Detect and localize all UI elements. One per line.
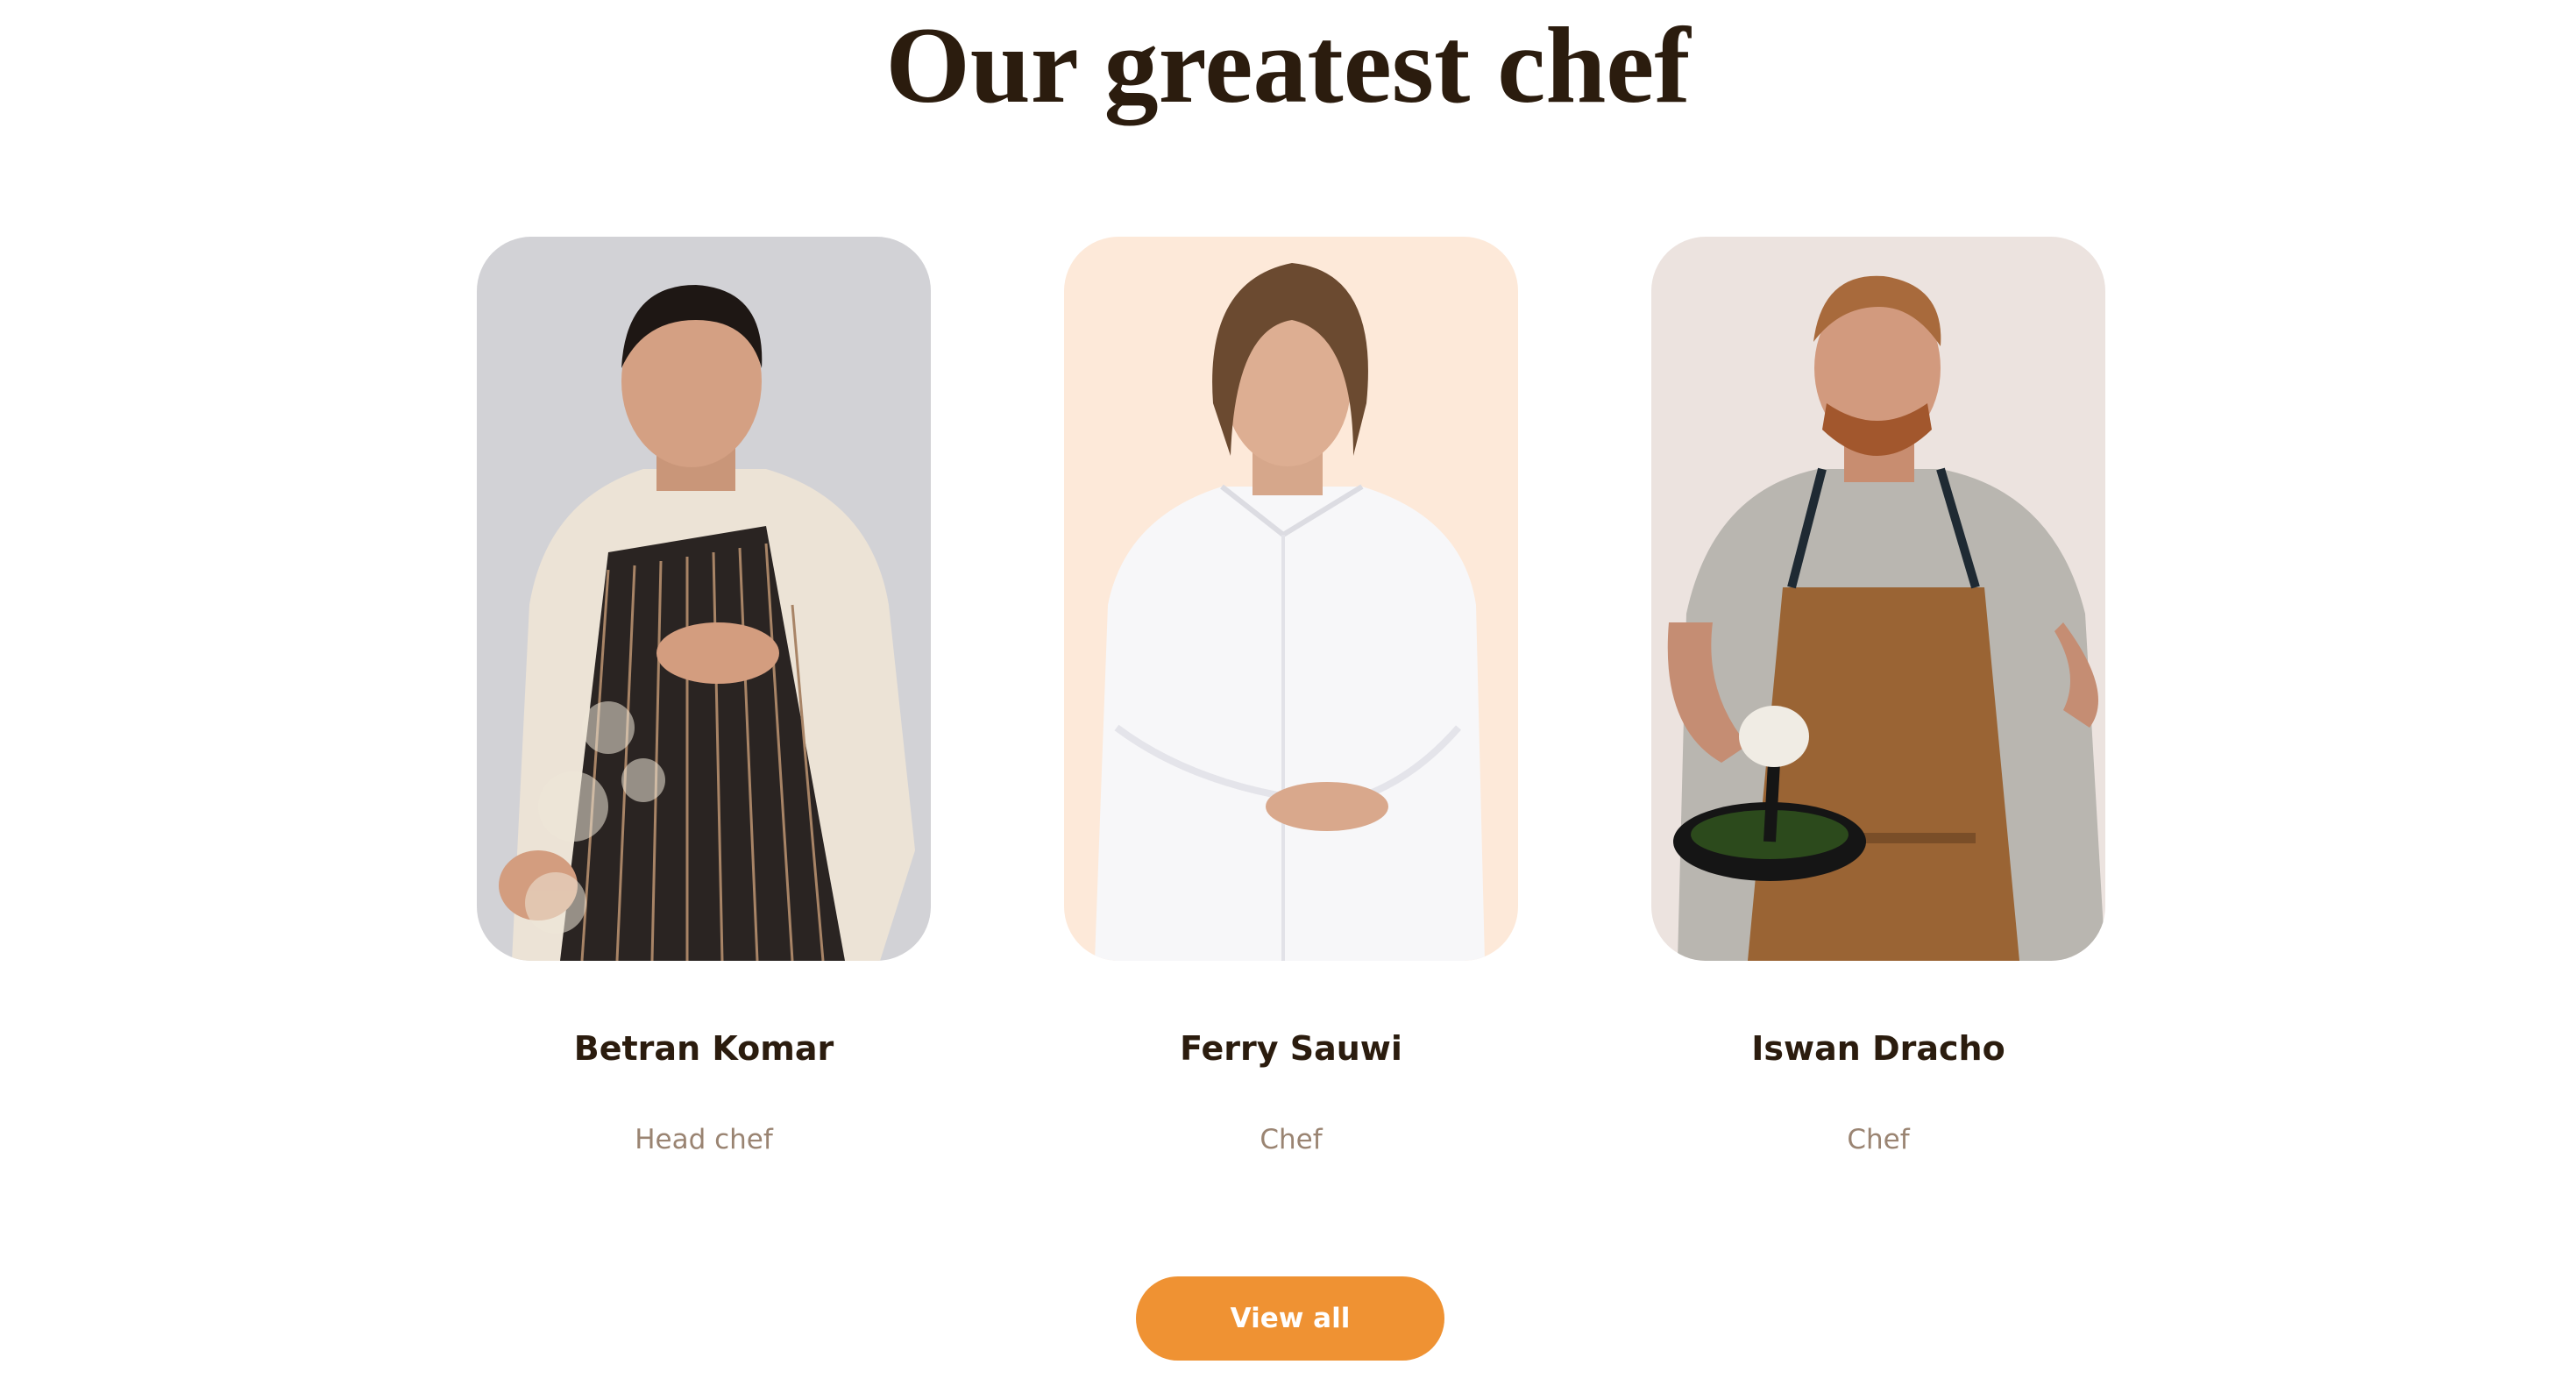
chef-role: Chef xyxy=(1847,1124,1910,1155)
chef-name: Ferry Sauwi xyxy=(1180,1029,1402,1068)
chef-card[interactable]: Ferry Sauwi Chef xyxy=(1064,237,1518,1155)
chef-card[interactable]: Betran Komar Head chef xyxy=(477,237,931,1155)
view-all-button[interactable]: View all xyxy=(1136,1276,1444,1361)
chef-photo xyxy=(1064,237,1518,961)
chef-role: Chef xyxy=(1260,1124,1323,1155)
chef-card[interactable]: Iswan Dracho Chef xyxy=(1651,237,2105,1155)
chef-name: Iswan Dracho xyxy=(1751,1029,2005,1068)
chef-photo xyxy=(1651,237,2105,961)
chef-section: Our greatest chef Betran Komar Head chef… xyxy=(0,0,2576,1393)
chef-photo-image xyxy=(477,237,931,961)
chef-role: Head chef xyxy=(635,1124,773,1155)
chef-photo-image xyxy=(1064,237,1518,961)
chef-photo-image xyxy=(1651,237,2105,961)
chef-name: Betran Komar xyxy=(573,1029,834,1068)
section-title: Our greatest chef xyxy=(885,5,1691,125)
chef-photo xyxy=(477,237,931,961)
